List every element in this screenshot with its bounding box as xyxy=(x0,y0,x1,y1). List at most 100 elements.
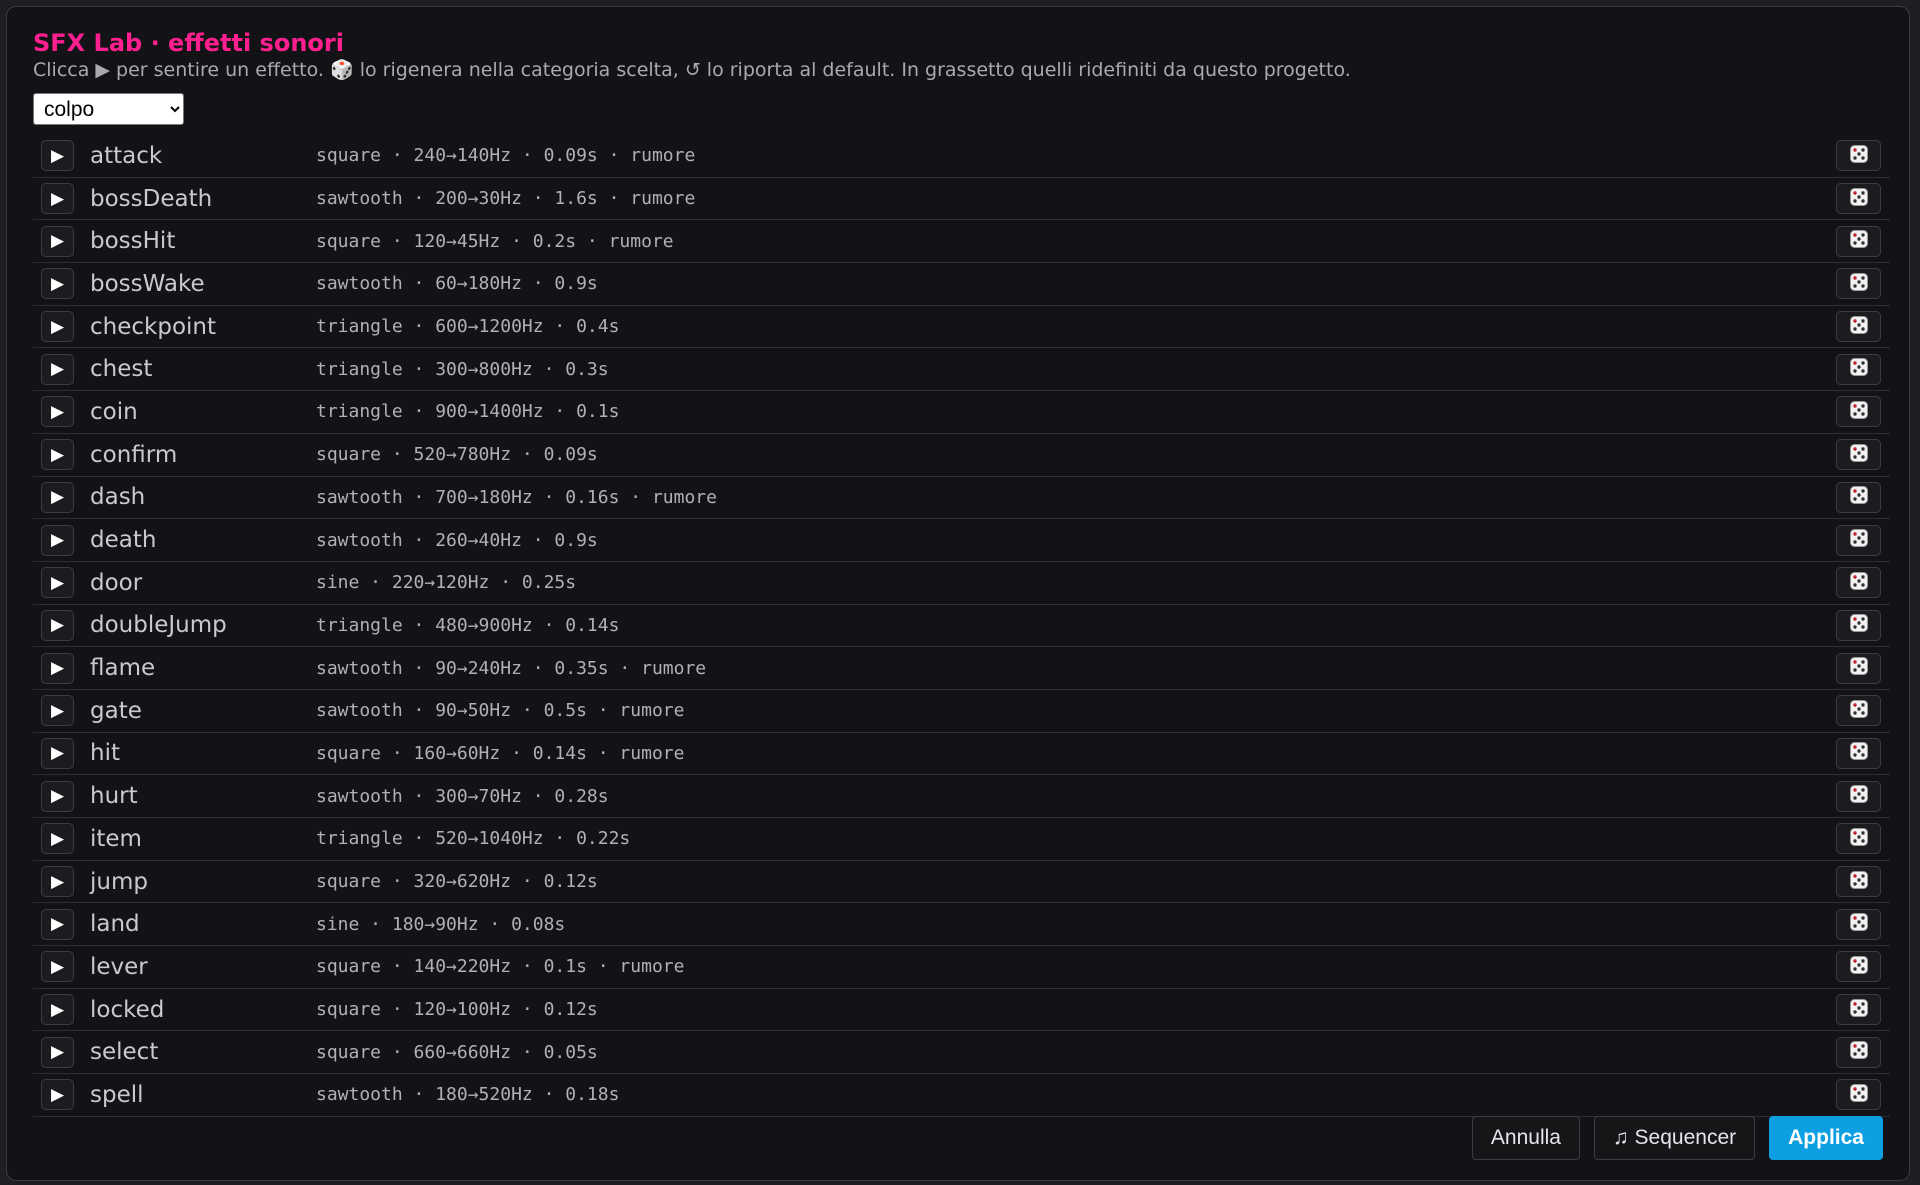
sound-row: ▶ checkpoint triangle · 600→1200Hz · 0.4s xyxy=(33,306,1890,349)
apply-button[interactable]: Applica xyxy=(1769,1116,1883,1160)
regenerate-button[interactable] xyxy=(1836,439,1881,471)
sound-name: lever xyxy=(90,953,148,980)
sound-name: attack xyxy=(90,142,163,169)
regenerate-button[interactable] xyxy=(1836,866,1881,898)
sound-description: sine · 180→90Hz · 0.08s xyxy=(316,913,566,935)
sound-row: ▶ death sawtooth · 260→40Hz · 0.9s xyxy=(33,519,1890,562)
dice-icon xyxy=(1849,315,1869,339)
play-button[interactable]: ▶ xyxy=(41,695,74,727)
regenerate-button[interactable] xyxy=(1836,140,1881,172)
sound-description: square · 120→100Hz · 0.12s xyxy=(316,999,598,1021)
category-select[interactable]: colpo xyxy=(33,93,184,125)
play-button[interactable]: ▶ xyxy=(41,994,74,1026)
play-button[interactable]: ▶ xyxy=(41,481,74,513)
regenerate-button[interactable] xyxy=(1836,780,1881,812)
play-button[interactable]: ▶ xyxy=(41,951,74,983)
play-button[interactable]: ▶ xyxy=(41,737,74,769)
sound-description: sawtooth · 700→180Hz · 0.16s · rumore xyxy=(316,486,717,508)
sound-name: door xyxy=(90,569,143,596)
dice-icon xyxy=(1849,272,1869,296)
regenerate-button[interactable] xyxy=(1836,823,1881,855)
sound-row: ▶ bossWake sawtooth · 60→180Hz · 0.9s xyxy=(33,263,1890,306)
dice-icon xyxy=(1849,613,1869,637)
play-icon: ▶ xyxy=(50,700,65,721)
sound-description: sawtooth · 90→50Hz · 0.5s · rumore xyxy=(316,700,685,722)
sound-description: sawtooth · 180→520Hz · 0.18s xyxy=(316,1084,620,1106)
play-button[interactable]: ▶ xyxy=(41,780,74,812)
play-button[interactable]: ▶ xyxy=(41,524,74,556)
regenerate-button[interactable] xyxy=(1836,652,1881,684)
play-button[interactable]: ▶ xyxy=(41,1079,74,1111)
sound-name: dash xyxy=(90,484,146,511)
play-button[interactable]: ▶ xyxy=(41,225,74,257)
sound-row: ▶ bossHit square · 120→45Hz · 0.2s · rumor… xyxy=(33,220,1890,264)
regenerate-button[interactable] xyxy=(1836,1079,1881,1111)
cancel-button[interactable]: Annulla xyxy=(1471,1116,1580,1160)
play-icon: ▶ xyxy=(50,316,65,337)
dice-icon xyxy=(1849,144,1869,168)
sound-row: ▶ doubleJump triangle · 480→900Hz · 0.14s xyxy=(33,605,1890,648)
regenerate-button[interactable] xyxy=(1836,268,1881,300)
regenerate-button[interactable] xyxy=(1836,609,1881,641)
dice-icon xyxy=(1849,912,1869,936)
play-icon: ▶ xyxy=(50,444,65,465)
regenerate-button[interactable] xyxy=(1836,353,1881,385)
regenerate-button[interactable] xyxy=(1836,951,1881,983)
play-button[interactable]: ▶ xyxy=(41,1036,74,1068)
sound-name: bossHit xyxy=(90,228,176,255)
sound-row: ▶ item triangle · 520→1040Hz · 0.22s xyxy=(33,818,1890,861)
dice-icon xyxy=(1849,229,1869,253)
play-button[interactable]: ▶ xyxy=(41,567,74,599)
regenerate-button[interactable] xyxy=(1836,737,1881,769)
regenerate-button[interactable] xyxy=(1836,908,1881,940)
play-icon: ▶ xyxy=(50,999,65,1020)
regenerate-button[interactable] xyxy=(1836,183,1881,215)
sound-row: ▶ jump square · 320→620Hz · 0.12s xyxy=(33,861,1890,904)
regenerate-button[interactable] xyxy=(1836,994,1881,1026)
play-icon: ▶ xyxy=(50,188,65,209)
play-button[interactable]: ▶ xyxy=(41,140,74,172)
sound-description: triangle · 480→900Hz · 0.14s xyxy=(316,614,620,636)
play-icon: ▶ xyxy=(50,615,65,636)
play-button[interactable]: ▶ xyxy=(41,439,74,471)
regenerate-button[interactable] xyxy=(1836,396,1881,428)
play-button[interactable]: ▶ xyxy=(41,908,74,940)
play-button[interactable]: ▶ xyxy=(41,396,74,428)
regenerate-button[interactable] xyxy=(1836,567,1881,599)
play-icon: ▶ xyxy=(50,401,65,422)
sound-name: gate xyxy=(90,697,142,724)
sound-description: square · 660→660Hz · 0.05s xyxy=(316,1041,598,1063)
regenerate-button[interactable] xyxy=(1836,311,1881,343)
play-button[interactable]: ▶ xyxy=(41,183,74,215)
sound-description: square · 320→620Hz · 0.12s xyxy=(316,871,598,893)
regenerate-button[interactable] xyxy=(1836,524,1881,556)
regenerate-button[interactable] xyxy=(1836,695,1881,727)
regenerate-button[interactable] xyxy=(1836,1036,1881,1068)
play-button[interactable]: ▶ xyxy=(41,311,74,343)
sound-name: item xyxy=(90,825,142,852)
sound-row: ▶ chest triangle · 300→800Hz · 0.3s xyxy=(33,348,1890,392)
play-icon: ▶ xyxy=(50,487,65,508)
play-button[interactable]: ▶ xyxy=(41,866,74,898)
sound-description: triangle · 600→1200Hz · 0.4s xyxy=(316,316,620,338)
play-button[interactable]: ▶ xyxy=(41,609,74,641)
dice-icon xyxy=(1849,741,1869,765)
play-icon: ▶ xyxy=(50,743,65,764)
play-button[interactable]: ▶ xyxy=(41,268,74,300)
sound-description: sawtooth · 60→180Hz · 0.9s xyxy=(316,273,598,295)
regenerate-button[interactable] xyxy=(1836,225,1881,257)
dice-icon xyxy=(1849,1040,1869,1064)
play-button[interactable]: ▶ xyxy=(41,823,74,855)
sound-description: square · 120→45Hz · 0.2s · rumore xyxy=(316,230,674,252)
sound-name: doubleJump xyxy=(90,612,227,639)
sequencer-button[interactable]: ♫ Sequencer xyxy=(1593,1116,1756,1160)
play-icon: ▶ xyxy=(50,871,65,892)
play-icon: ▶ xyxy=(50,572,65,593)
dice-icon xyxy=(1849,187,1869,211)
play-button[interactable]: ▶ xyxy=(41,353,74,385)
sound-name: flame xyxy=(90,655,156,682)
dice-icon xyxy=(1849,443,1869,467)
play-button[interactable]: ▶ xyxy=(41,652,74,684)
regenerate-button[interactable] xyxy=(1836,481,1881,513)
sound-description: sine · 220→120Hz · 0.25s xyxy=(316,572,577,594)
